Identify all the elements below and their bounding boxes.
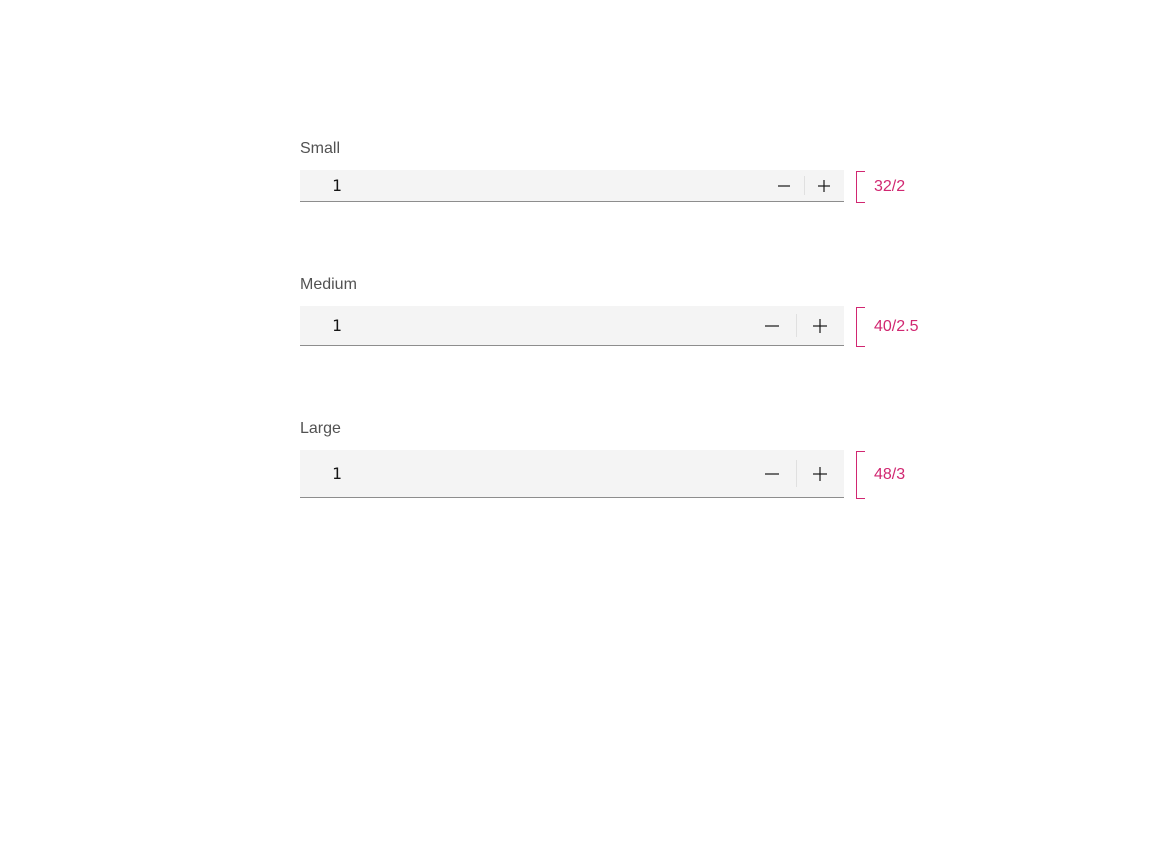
dimension-bracket-icon [856,171,864,203]
stepper-group-medium: Medium 1 40/2.5 [300,276,920,346]
plus-icon [817,179,831,193]
dimension-annotation: 48/3 [856,451,905,499]
stepper-group-large: Large 1 48/3 [300,420,920,498]
increment-button[interactable] [796,450,844,497]
dimension-annotation: 32/2 [856,171,905,203]
size-label: Small [300,140,920,158]
dimension-label: 32/2 [874,178,905,196]
stepper-size-spec: Small 1 32/2 Medium 1 [300,140,920,572]
stepper-group-small: Small 1 32/2 [300,140,920,202]
dimension-bracket-icon [856,307,864,347]
dimension-annotation: 40/2.5 [856,307,918,347]
size-label: Large [300,420,920,438]
dimension-bracket-icon [856,451,864,499]
minus-icon [764,318,780,334]
minus-icon [764,466,780,482]
stepper-value[interactable]: 1 [300,170,764,201]
minus-icon [777,179,791,193]
quantity-stepper-large[interactable]: 1 [300,450,844,498]
decrement-button[interactable] [748,306,796,345]
stepper-value[interactable]: 1 [300,450,748,497]
increment-button[interactable] [804,170,844,201]
plus-icon [812,318,828,334]
decrement-button[interactable] [764,170,804,201]
quantity-stepper-small[interactable]: 1 [300,170,844,202]
dimension-label: 48/3 [874,466,905,484]
stepper-value[interactable]: 1 [300,306,748,345]
increment-button[interactable] [796,306,844,345]
plus-icon [812,466,828,482]
dimension-label: 40/2.5 [874,318,918,336]
size-label: Medium [300,276,920,294]
quantity-stepper-medium[interactable]: 1 [300,306,844,346]
decrement-button[interactable] [748,450,796,497]
